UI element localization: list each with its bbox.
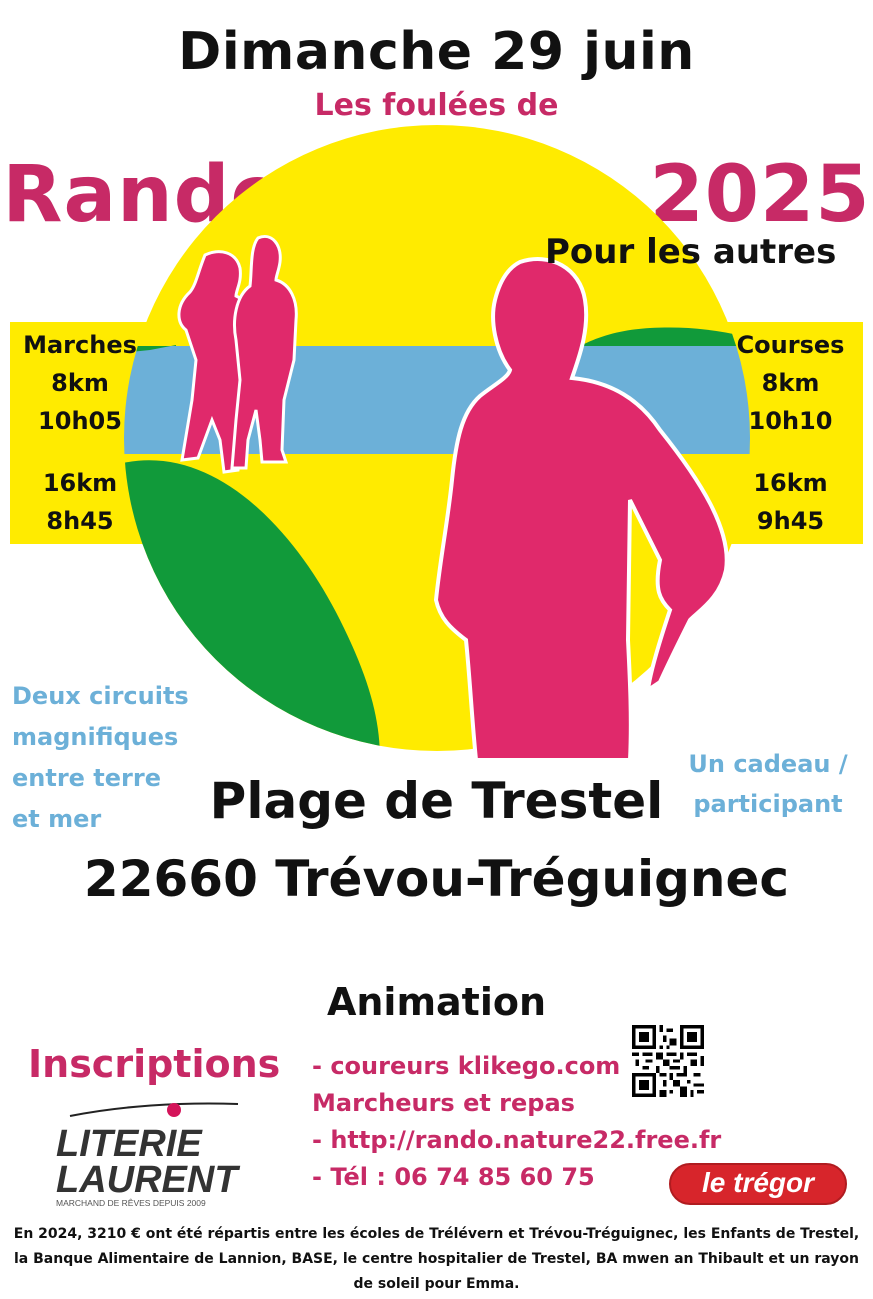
walks-long-distance: 16km [42,469,118,497]
footer-note: En 2024, 3210 € ont été répartis entre l… [13,1226,860,1292]
sponsor-line2: LAURENT [56,1159,240,1201]
runs-info: Courses 8km 10h10 16km 9h45 [718,326,863,540]
le-tregor-logo: le trégor [669,1163,847,1205]
runs-long-distance: 16km [753,469,828,497]
newspaper-name: le trégor [702,1167,816,1198]
circuits-line: magnifiques [12,723,179,751]
walks-short-distance: 8km [51,369,109,397]
event-tagline: Pour les autres [545,232,837,272]
qr-code-icon[interactable] [632,1025,704,1097]
walks-label: Marches [23,331,137,359]
phone-number[interactable]: - Tél : 06 74 85 60 75 [312,1159,721,1196]
animation-heading: Animation [326,980,547,1024]
walks-long-time: 8h45 [46,507,114,535]
inscriptions-heading: Inscriptions [28,1042,281,1086]
location-city: 22660 Trévou-Tréguignec [83,850,790,908]
circuits-line: Deux circuits [12,682,189,710]
sponsor-tagline: MARCHAND DE RÊVES DEPUIS 2009 [56,1198,206,1208]
literie-laurent-logo: LITERIE LAURENT MARCHAND DE RÊVES DEPUIS… [56,1102,240,1208]
walks-short-time: 10h05 [38,407,122,435]
runs-short-distance: 8km [761,369,820,397]
location-place: Plage de Trestel [209,772,664,830]
runs-long-time: 9h45 [756,507,825,535]
runs-short-time: 10h10 [748,407,833,435]
walks-info: Marches 8km 10h05 16km 8h45 [10,326,150,540]
scene-circle [124,125,750,751]
website-link[interactable]: - http://rando.nature22.free.fr [312,1122,721,1159]
runs-label: Courses [736,331,845,359]
